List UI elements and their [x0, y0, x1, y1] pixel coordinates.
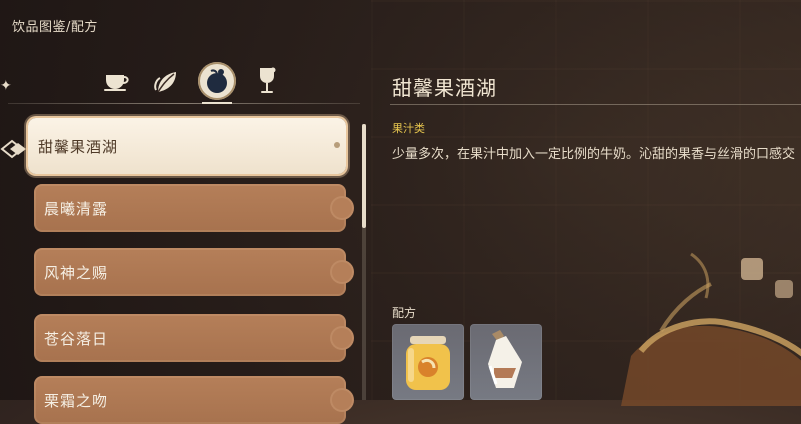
teacup-icon [104, 75, 129, 91]
list-item[interactable]: 晨曦清露 [34, 184, 354, 232]
milk-bottle-icon [488, 330, 522, 388]
tab-teacup[interactable] [98, 62, 136, 100]
jam-jar-icon [406, 336, 450, 390]
list-scrollbar[interactable] [362, 124, 366, 400]
list-item[interactable]: 风神之赐 [34, 248, 354, 296]
list-item[interactable]: 苍谷落日 [34, 314, 354, 362]
detail-category: 果汁类 [392, 122, 425, 135]
list-item[interactable]: 栗霜之吻 [34, 376, 354, 424]
list-item-label: 甜馨果酒湖 [38, 137, 119, 156]
tea-leaf-icon [154, 72, 176, 93]
item-knob [330, 388, 354, 412]
breadcrumb: 饮品图鉴/配方 [12, 20, 98, 35]
scrollbar-thumb[interactable] [362, 124, 366, 228]
fruit-icon [207, 69, 227, 93]
tab-fruit[interactable] [198, 62, 236, 104]
tab-tea-leaf[interactable] [148, 62, 186, 100]
decorative-cup-art [621, 252, 801, 406]
selection-pointer-icon [0, 139, 26, 159]
tabs-divider [8, 103, 360, 104]
list-item-label: 苍谷落日 [44, 329, 109, 348]
wine-glass-icon [260, 67, 276, 93]
ingredient-slot[interactable] [392, 324, 464, 400]
tab-wine-glass[interactable] [248, 62, 286, 100]
list-item-selected[interactable]: 甜馨果酒湖 [28, 118, 346, 174]
list-item-label: 晨曦清露 [44, 199, 109, 218]
item-knob [330, 196, 354, 220]
detail-title: 甜馨果酒湖 [392, 76, 497, 100]
drink-list: 甜馨果酒湖 晨曦清露 风神之赐 苍谷落日 栗霜之吻 [26, 118, 354, 424]
list-item-label: 风神之赐 [44, 263, 109, 282]
item-knob [330, 260, 354, 284]
item-dot-icon [334, 142, 340, 148]
list-item-label: 栗霜之吻 [44, 391, 109, 410]
category-tabs [98, 62, 298, 104]
recipe-label: 配方 [392, 306, 417, 320]
sparkle-icon: ✦ [0, 78, 12, 94]
detail-divider [390, 104, 801, 105]
item-knob [330, 326, 354, 350]
ingredient-slot[interactable] [470, 324, 542, 400]
detail-description: 少量多次，在果汁中加入一定比例的牛奶。沁甜的果香与丝滑的口感交 [392, 147, 796, 162]
